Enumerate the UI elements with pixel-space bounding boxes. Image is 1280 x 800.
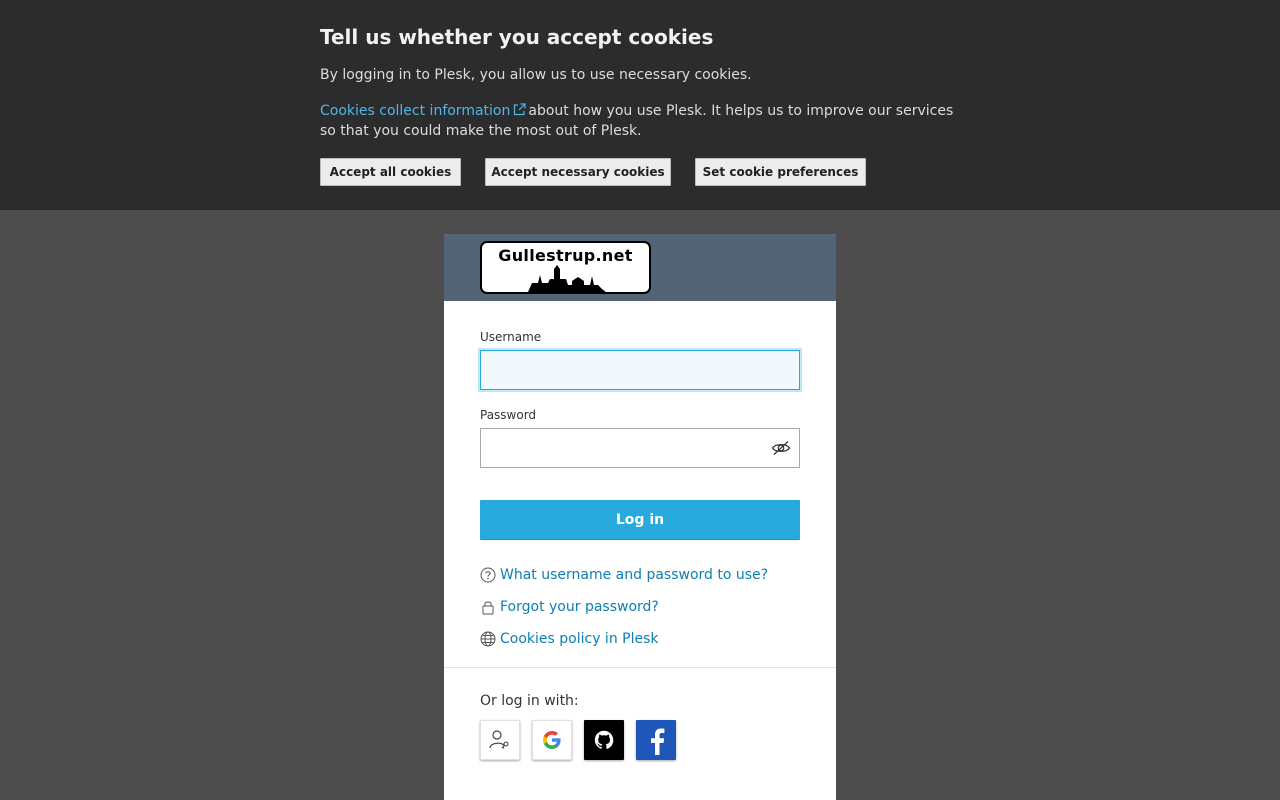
accept-all-cookies-button[interactable]: Accept all cookies: [320, 158, 461, 186]
brand-logo: Gullestrup.net: [480, 241, 651, 294]
help-link-cookies-policy[interactable]: Cookies policy in Plesk: [480, 623, 800, 655]
username-input[interactable]: [480, 350, 800, 390]
facebook-login-button[interactable]: [636, 720, 676, 760]
cookie-banner-details: Cookies collect information about how you…: [320, 101, 960, 141]
login-button[interactable]: Log in: [480, 500, 800, 540]
password-label: Password: [480, 408, 537, 422]
help-link-forgot-password-text[interactable]: Forgot your password?: [500, 599, 659, 615]
cookie-banner-text: By logging in to Plesk, you allow us to …: [320, 67, 752, 83]
help-links: What username and password to use? Forgo…: [480, 559, 800, 655]
divider: [444, 667, 836, 668]
accept-necessary-cookies-button[interactable]: Accept necessary cookies: [485, 158, 671, 186]
login-card-header: Gullestrup.net: [444, 234, 836, 301]
google-login-button[interactable]: [532, 720, 572, 760]
login-form: Username Password Log in What username a…: [480, 329, 800, 655]
alt-login-label: Or log in with:: [480, 693, 579, 709]
plesk-id-login-button[interactable]: [480, 720, 520, 760]
password-field: [480, 428, 800, 468]
cookies-info-link[interactable]: Cookies collect information: [320, 103, 528, 119]
username-label: Username: [480, 330, 542, 344]
alternative-login: Or log in with:: [480, 692, 688, 760]
cookie-banner-title: Tell us whether you accept cookies: [320, 25, 714, 49]
github-logo-icon: [594, 730, 614, 749]
password-input[interactable]: [480, 428, 800, 468]
globe-icon: [480, 631, 496, 647]
social-login-buttons: [480, 720, 688, 760]
help-link-credentials-text[interactable]: What username and password to use?: [500, 567, 768, 583]
lock-icon: [482, 601, 494, 615]
help-link-forgot-password[interactable]: Forgot your password?: [480, 591, 800, 623]
brand-logo-text: Gullestrup.net: [498, 246, 633, 265]
show-password-eye-icon[interactable]: [771, 440, 791, 456]
github-login-button[interactable]: [584, 720, 624, 760]
login-card: Gullestrup.net Username Password Log in: [444, 234, 836, 800]
help-link-cookies-policy-text[interactable]: Cookies policy in Plesk: [500, 631, 658, 647]
facebook-logo-icon: [651, 728, 665, 755]
cookie-banner: Tell us whether you accept cookies By lo…: [0, 0, 1280, 210]
external-link-icon: [514, 103, 526, 116]
help-link-credentials[interactable]: What username and password to use?: [480, 559, 800, 591]
google-logo-icon: [543, 731, 561, 749]
cookie-preferences-button[interactable]: Set cookie preferences: [695, 158, 866, 186]
question-circle-icon: [480, 567, 496, 583]
user-key-icon: [489, 730, 509, 749]
skyline-graphic: [528, 265, 606, 292]
